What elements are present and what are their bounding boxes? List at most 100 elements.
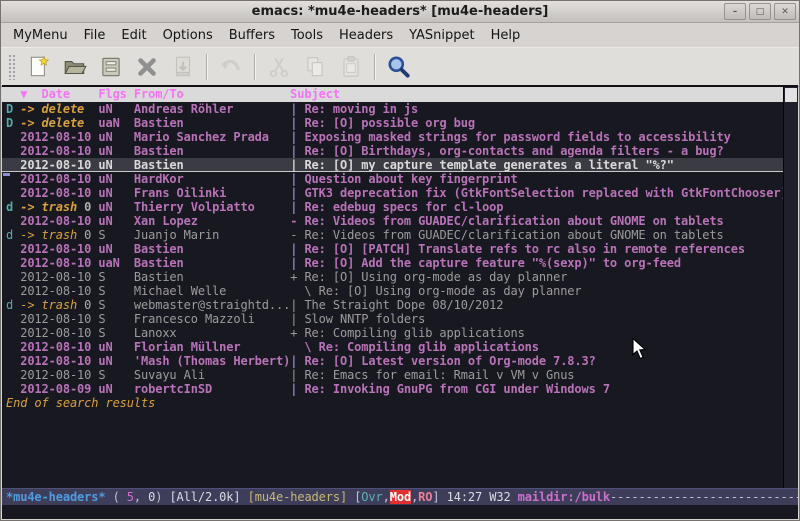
- headers-column-header[interactable]: ▼ Date Flgs From/To Subject: [2, 87, 798, 102]
- message-from: robertcInSD: [134, 382, 290, 396]
- message-mark: D: [6, 116, 20, 130]
- message-subject: Re: Invoking GnuPG from CGI under Window…: [304, 382, 610, 396]
- message-flags: S: [98, 284, 134, 298]
- save-button[interactable]: [93, 51, 129, 83]
- modeline-segment: ,: [383, 490, 390, 504]
- message-row[interactable]: d -> trash 0 S Juanjo Marin - Re: Videos…: [2, 228, 798, 242]
- message-row[interactable]: D -> delete uaN Bastien | Re: [O] possib…: [2, 116, 798, 130]
- message-subject: Re: [O] Add the capture feature "%(sexp)…: [304, 256, 681, 270]
- menu-file[interactable]: File: [76, 26, 114, 45]
- message-row[interactable]: 2012-08-10 uN Frans Oilinki | GTK3 depre…: [2, 186, 798, 200]
- menu-headers[interactable]: Headers: [331, 26, 401, 45]
- message-from: 'Mash (Thomas Herbert): [134, 354, 290, 368]
- message-subject: Re: [O] Using org-mode as day planner: [304, 270, 567, 284]
- modeline-segment: [mu4e-headers]: [248, 490, 355, 504]
- message-row[interactable]: 2012-08-09 uN robertcInSD | Re: Invoking…: [2, 382, 798, 396]
- menu-edit[interactable]: Edit: [113, 26, 154, 45]
- maximize-button[interactable]: □: [749, 3, 771, 20]
- message-flags: uN: [98, 158, 134, 172]
- message-row[interactable]: d -> trash 0 uN Thierry Volpiatto | Re: …: [2, 200, 798, 214]
- menu-tools[interactable]: Tools: [283, 26, 331, 45]
- message-from: Thierry Volpiatto: [134, 200, 290, 214]
- menu-mymenu[interactable]: MyMenu: [5, 26, 76, 45]
- open-file-button[interactable]: [57, 51, 93, 83]
- new-file-button[interactable]: [21, 51, 57, 83]
- message-from: Suvayu Ali: [134, 368, 290, 382]
- message-subject: The Straight Dope 08/10/2012: [304, 298, 503, 312]
- thread-separator: |: [290, 200, 304, 214]
- message-subject: Re: Compiling glib applications: [319, 340, 539, 354]
- message-row[interactable]: D -> delete uN Andreas Röhler | Re: movi…: [2, 102, 798, 116]
- message-row[interactable]: 2012-08-10 uN Bastien | Re: [O] my captu…: [2, 158, 798, 172]
- message-subject: Exposing masked strings for password fie…: [304, 130, 730, 144]
- message-from: Bastien: [134, 158, 290, 172]
- message-row[interactable]: 2012-08-10 S Michael Welle \ Re: [O] Usi…: [2, 284, 798, 298]
- message-mark: [6, 186, 20, 200]
- paste-icon: [338, 54, 364, 80]
- message-mark: [6, 354, 20, 368]
- thread-separator: |: [290, 354, 304, 368]
- message-flags: S: [98, 270, 134, 284]
- message-row[interactable]: 2012-08-10 uN Florian Müllner \ Re: Comp…: [2, 340, 798, 354]
- message-flags: uaN: [98, 116, 134, 130]
- text-cursor: [3, 173, 10, 176]
- message-row[interactable]: d -> trash 0 S webmaster@straightd...| T…: [2, 298, 798, 312]
- message-subject: Re: Videos from GUADEC/clarification abo…: [304, 214, 723, 228]
- message-row[interactable]: 2012-08-10 uN Bastien | Re: [O] Birthday…: [2, 144, 798, 158]
- thread-separator: |: [290, 242, 304, 256]
- save-icon: [98, 54, 124, 80]
- message-date: 2012-08-10: [20, 186, 98, 200]
- message-row[interactable]: 2012-08-10 uN 'Mash (Thomas Herbert)| Re…: [2, 354, 798, 368]
- modeline-segment: --------------------------------: [610, 490, 798, 504]
- message-row[interactable]: 2012-08-10 S Lanoxx + Re: Compiling glib…: [2, 326, 798, 340]
- message-subject: Re: Emacs for email: Rmail v VM v Gnus: [304, 368, 574, 382]
- message-row[interactable]: 2012-08-10 uN HardKor | Question about k…: [2, 172, 798, 186]
- minimize-button[interactable]: –: [724, 3, 746, 20]
- message-row[interactable]: 2012-08-10 uaN Bastien | Re: [O] Add the…: [2, 256, 798, 270]
- message-subject: GTK3 deprecation fix (GtkFontSelection r…: [304, 186, 787, 200]
- delete-icon: [134, 54, 160, 80]
- message-date: [84, 102, 98, 116]
- modeline-segment: RO: [418, 490, 432, 504]
- message-row[interactable]: 2012-08-10 S Suvayu Ali | Re: Emacs for …: [2, 368, 798, 382]
- message-mark: [6, 326, 20, 340]
- message-row[interactable]: 2012-08-10 S Francesco Mazzoli | Slow NN…: [2, 312, 798, 326]
- message-flags: uN: [98, 144, 134, 158]
- close-button[interactable]: ✕: [774, 3, 796, 20]
- mark-action-label: -> trash: [20, 228, 77, 242]
- titlebar[interactable]: emacs: *mu4e-headers* [mu4e-headers] – □…: [1, 1, 799, 23]
- end-of-results: End of search results: [2, 396, 798, 410]
- message-subject: Re: Videos from GUADEC/clarification abo…: [304, 228, 723, 242]
- message-date: 0: [77, 228, 98, 242]
- message-date: 2012-08-10: [20, 284, 98, 298]
- message-flags: uN: [98, 242, 134, 256]
- scrollbar-thumb[interactable]: [785, 88, 797, 102]
- mark-action-label: -> delete: [20, 116, 84, 130]
- menu-help[interactable]: Help: [483, 26, 529, 45]
- search-button[interactable]: [381, 51, 417, 83]
- message-row[interactable]: 2012-08-10 S Bastien + Re: [O] Using org…: [2, 270, 798, 284]
- message-from: Bastien: [134, 256, 290, 270]
- message-row[interactable]: 2012-08-10 uN Xan Lopez - Re: Videos fro…: [2, 214, 798, 228]
- delete-button[interactable]: [129, 51, 165, 83]
- cut-icon: [266, 54, 292, 80]
- menu-options[interactable]: Options: [155, 26, 221, 45]
- save-as-icon: [170, 54, 196, 80]
- message-subject: Question about key fingerprint: [304, 172, 517, 186]
- message-row[interactable]: 2012-08-10 uN Bastien | Re: [O] [PATCH] …: [2, 242, 798, 256]
- modeline-segment: *mu4e-headers*: [6, 490, 105, 504]
- scrollbar[interactable]: [783, 87, 798, 488]
- copy-icon: [302, 54, 328, 80]
- mark-action-label: -> trash: [20, 200, 77, 214]
- message-from: Bastien: [134, 144, 290, 158]
- search-icon: [386, 54, 412, 80]
- message-mark: D: [6, 102, 20, 116]
- menu-buffers[interactable]: Buffers: [221, 26, 283, 45]
- toolbar-grip[interactable]: [8, 54, 15, 80]
- menu-yasnippet[interactable]: YASnippet: [401, 26, 483, 45]
- message-row[interactable]: 2012-08-10 uN Mario Sanchez Prada | Expo…: [2, 130, 798, 144]
- message-subject: Re: moving in js: [304, 102, 418, 116]
- message-date: 2012-08-10: [20, 368, 98, 382]
- message-date: 2012-08-10: [20, 340, 98, 354]
- message-date: 2012-08-10: [20, 214, 98, 228]
